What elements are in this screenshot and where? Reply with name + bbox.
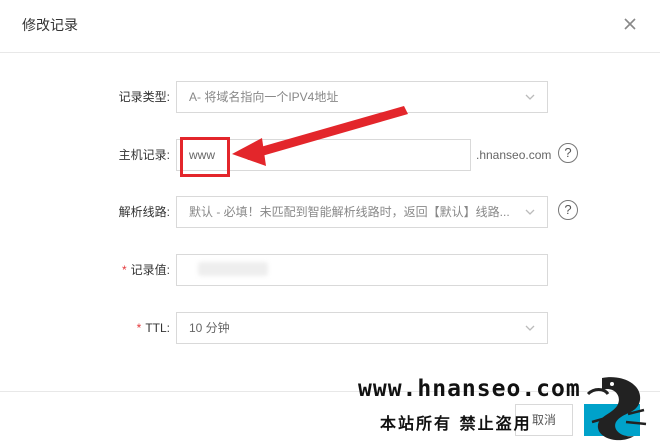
domain-suffix: .hnanseo.com bbox=[476, 148, 552, 162]
help-icon[interactable]: ? bbox=[558, 143, 578, 163]
record-value-label-text: 记录值: bbox=[130, 263, 170, 277]
dialog-header: 修改记录 bbox=[0, 0, 660, 53]
record-type-label: 记录类型: bbox=[118, 90, 170, 104]
required-mark: * bbox=[121, 263, 127, 277]
help-icon[interactable]: ? bbox=[558, 200, 578, 220]
chevron-down-icon bbox=[525, 325, 535, 331]
resolve-line-label: 解析线路: bbox=[118, 205, 170, 219]
resolve-line-select[interactable]: 默认 - 必填！未匹配到智能解析线路时，返回【默认】线路... bbox=[176, 196, 548, 228]
host-record-row: 主机记录: www .hnanseo.com ? bbox=[0, 139, 660, 171]
ttl-select[interactable]: 10 分钟 bbox=[176, 312, 548, 344]
record-type-row: 记录类型: A- 将域名指向一个IPV4地址 bbox=[0, 81, 660, 113]
chevron-down-icon bbox=[525, 209, 535, 215]
required-mark: * bbox=[136, 321, 142, 335]
chevron-down-icon bbox=[525, 94, 535, 100]
ttl-label-text: TTL: bbox=[145, 321, 170, 335]
ttl-row: * TTL: 10 分钟 bbox=[0, 312, 660, 344]
redacted-value bbox=[198, 262, 268, 276]
ttl-label: * TTL: bbox=[137, 312, 170, 344]
watermark-notice: 本站所有 禁止盗用 bbox=[380, 414, 532, 433]
dragon-logo-icon bbox=[586, 377, 647, 441]
record-value-row: * 记录值: bbox=[0, 254, 660, 286]
record-type-value: A- 将域名指向一个IPV4地址 bbox=[189, 90, 339, 104]
annotation-highlight-box bbox=[180, 137, 230, 177]
watermark-url: www.hnanseo.com bbox=[358, 376, 581, 402]
resolve-line-row: 解析线路: 默认 - 必填！未匹配到智能解析线路时，返回【默认】线路... ? bbox=[0, 196, 660, 228]
edit-record-dialog: 修改记录 记录类型: A- 将域名指向一个IPV4地址 主机记录: www .h… bbox=[0, 0, 660, 444]
ttl-value: 10 分钟 bbox=[189, 321, 230, 335]
host-record-label: 主机记录: bbox=[118, 148, 170, 162]
resolve-line-value: 默认 - 必填！未匹配到智能解析线路时，返回【默认】线路... bbox=[189, 205, 510, 219]
record-value-label: * 记录值: bbox=[122, 254, 170, 286]
record-type-select[interactable]: A- 将域名指向一个IPV4地址 bbox=[176, 81, 548, 113]
close-icon[interactable] bbox=[620, 14, 640, 34]
dialog-title: 修改记录 bbox=[22, 17, 78, 33]
